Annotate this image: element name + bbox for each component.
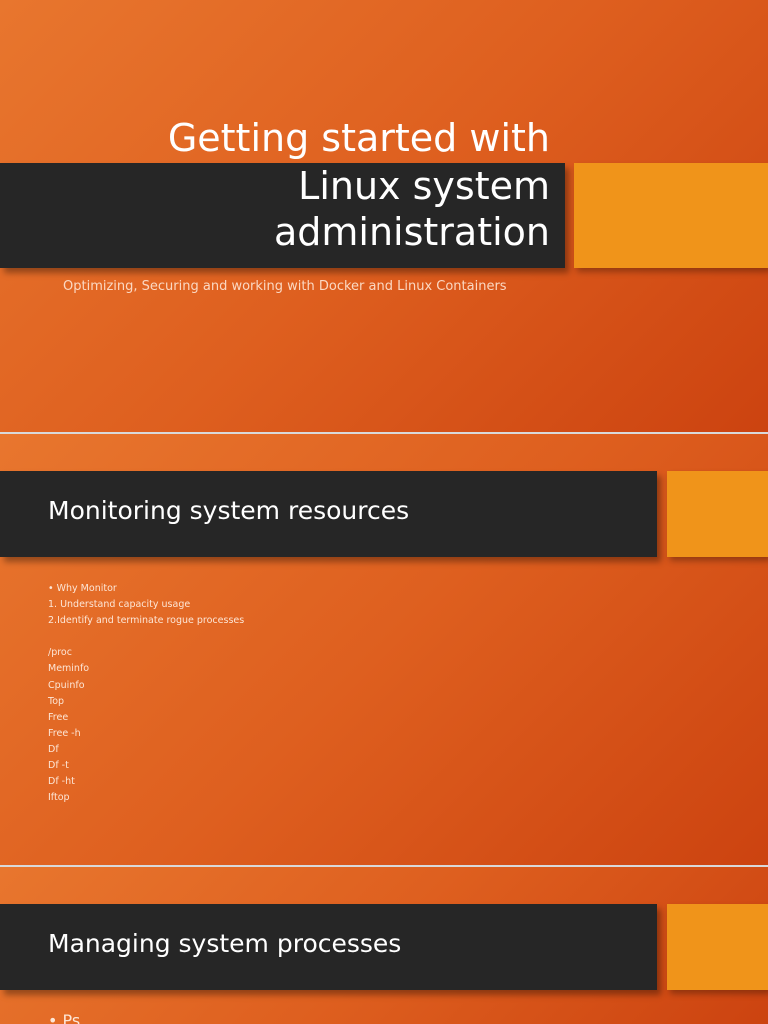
- accent-box: [667, 471, 768, 557]
- body-line: 1. Understand capacity usage: [48, 599, 191, 611]
- title-line-2: Linux system: [298, 164, 550, 208]
- body-line: Top: [48, 695, 65, 707]
- accent-box: [667, 904, 768, 990]
- body-line: Free: [48, 711, 69, 723]
- body-line: Free -h: [48, 727, 81, 739]
- title-line-1: Getting started with: [167, 116, 550, 160]
- slide-heading: Monitoring system resources: [48, 496, 410, 525]
- body-line: Df: [48, 743, 59, 755]
- body-line: Df -ht: [48, 776, 75, 788]
- slide-title: Getting started with Linux system admini…: [0, 0, 768, 432]
- body-line: [48, 629, 244, 645]
- slide-processes: Managing system processes • Ps: [0, 867, 768, 1024]
- body-line: Iftop: [48, 792, 70, 804]
- body-line: 2.Identify and terminate rogue processes: [48, 615, 245, 627]
- body-line: Df -t: [48, 760, 69, 772]
- body-line: • Why Monitor: [48, 583, 117, 594]
- bullet-ps: • Ps: [48, 1011, 81, 1024]
- body-line: Meminfo: [48, 663, 90, 675]
- slide-monitoring: Monitoring system resources • Why Monito…: [0, 434, 768, 865]
- body-line: /proc: [48, 647, 72, 659]
- subtitle: Optimizing, Securing and working with Do…: [63, 279, 507, 294]
- accent-box: [574, 163, 768, 268]
- body-line: Cpuinfo: [48, 679, 85, 691]
- slide-heading: Managing system processes: [48, 929, 402, 958]
- title-line-3: administration: [273, 210, 550, 254]
- slide-body: • Why Monitor 1. Understand capacity usag…: [48, 581, 244, 806]
